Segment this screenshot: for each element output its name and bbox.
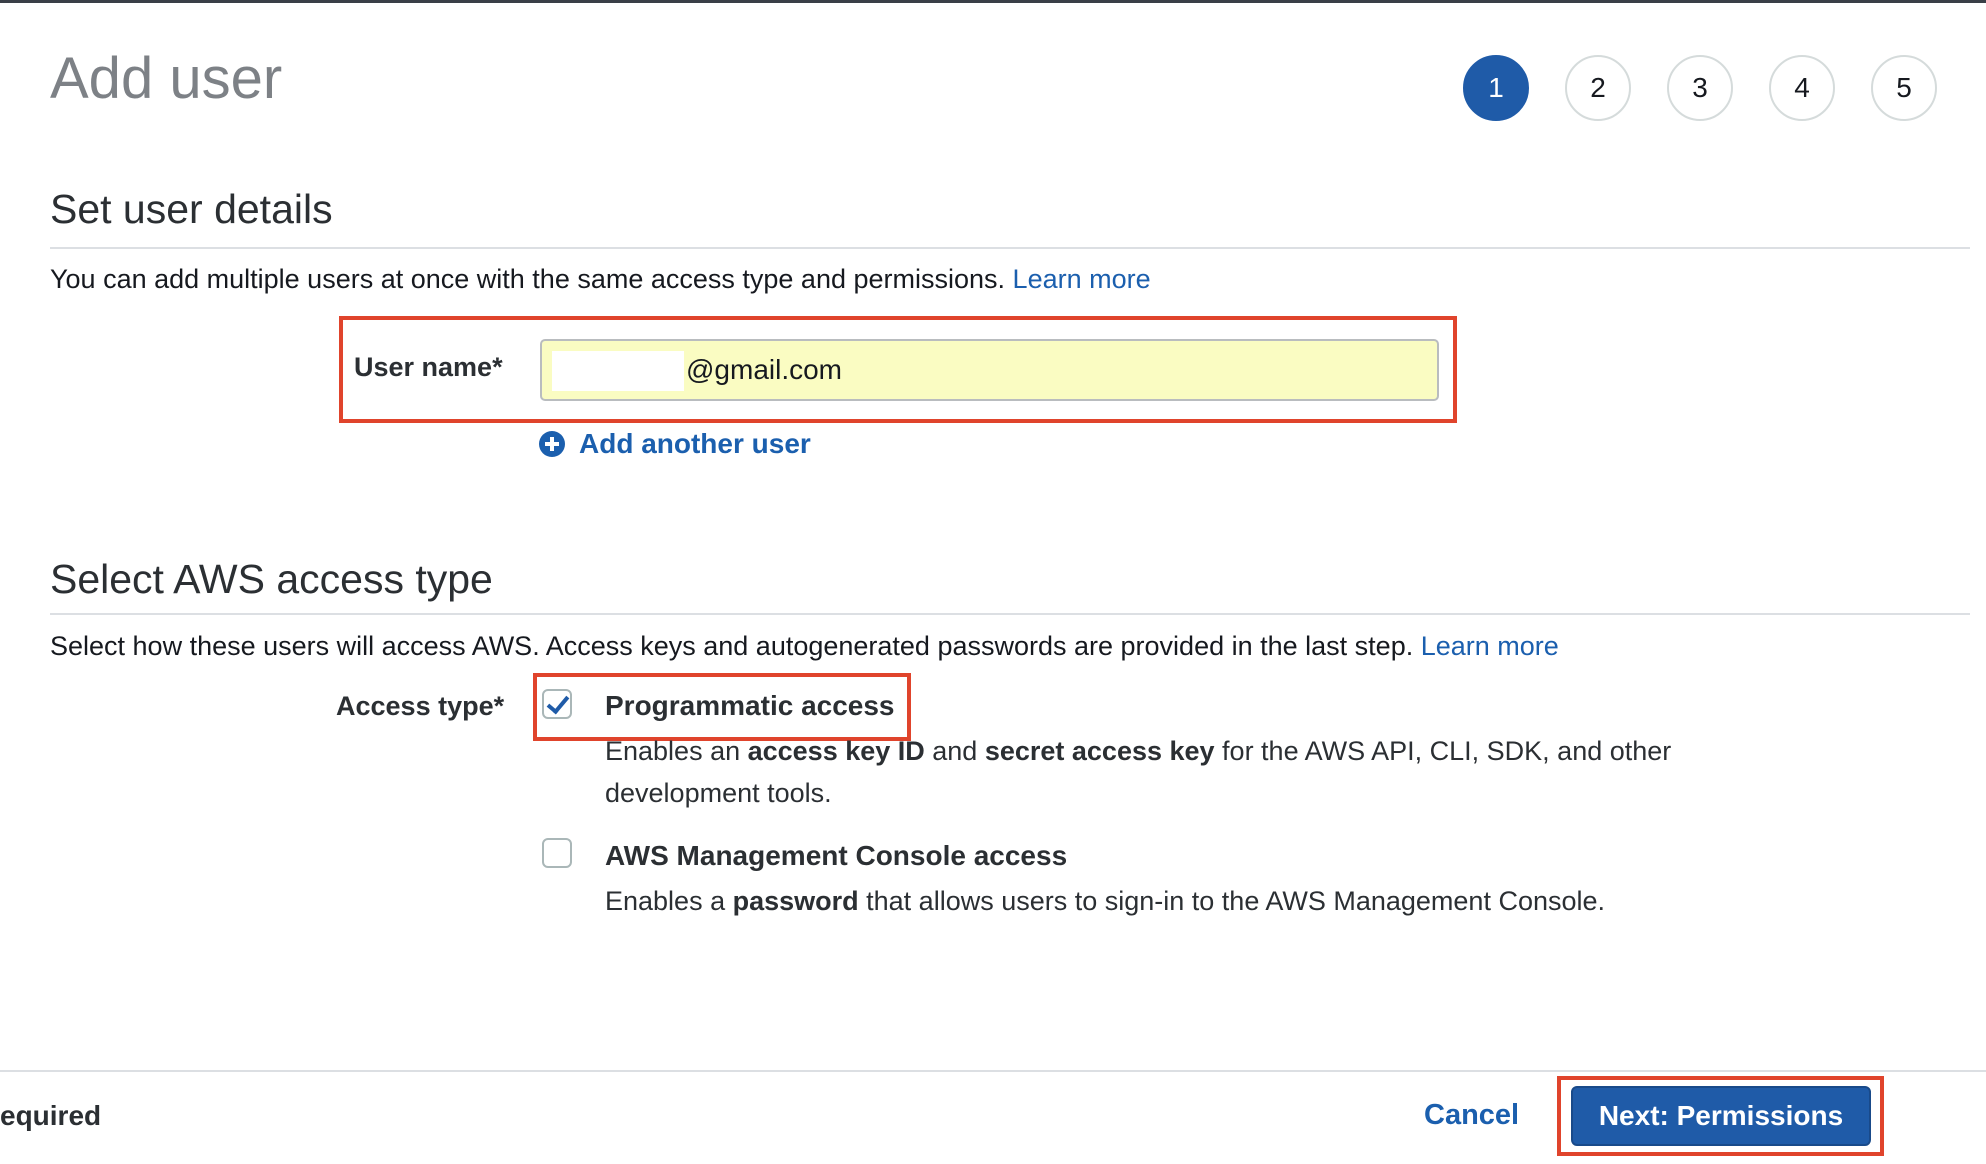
cancel-button[interactable]: Cancel [1424,1099,1519,1132]
user-details-title: Set user details [50,186,333,232]
add-user-page: Add user 1 2 3 4 5 Set user details You … [0,0,1986,1164]
step-1[interactable]: 1 [1463,55,1529,121]
access-type-description-text: Select how these users will access AWS. … [50,631,1414,661]
console-access-description: Enables a password that allows users to … [605,886,1606,916]
section-divider [50,247,1970,249]
wizard-steps: 1 2 3 4 5 [1463,55,1937,121]
programmatic-access-checkbox[interactable] [542,689,572,719]
step-5[interactable]: 5 [1871,55,1937,121]
user-name-value: @gmail.com [686,354,843,385]
access-type-description: Select how these users will access AWS. … [50,631,1559,662]
page-title: Add user [50,46,283,111]
access-type-label: Access type* [336,691,505,721]
console-access-checkbox[interactable] [542,838,572,868]
programmatic-access-title: Programmatic access [605,690,895,721]
user-name-input[interactable]: @gmail.com [540,339,1439,401]
add-another-user-label: Add another user [579,428,811,459]
step-3[interactable]: 3 [1667,55,1733,121]
learn-more-link[interactable]: Learn more [1421,631,1559,661]
step-2[interactable]: 2 [1565,55,1631,121]
section-divider [50,613,1970,615]
step-4[interactable]: 4 [1769,55,1835,121]
user-details-description-text: You can add multiple users at once with … [50,264,1006,294]
console-access-title: AWS Management Console access [605,840,1068,871]
redacted-area [552,351,684,391]
access-type-title: Select AWS access type [50,556,493,602]
learn-more-link[interactable]: Learn more [1013,264,1151,294]
user-name-label: User name* [354,352,503,382]
top-border [0,0,1986,3]
footer-divider [0,1070,1986,1072]
programmatic-access-description: Enables an access key ID and secret acce… [605,736,1672,808]
required-note: equired [0,1100,102,1131]
add-another-user-link[interactable]: Add another user [539,428,811,460]
next-permissions-button[interactable]: Next: Permissions [1571,1086,1871,1146]
user-details-description: You can add multiple users at once with … [50,264,1151,295]
plus-circle-icon [539,431,565,457]
